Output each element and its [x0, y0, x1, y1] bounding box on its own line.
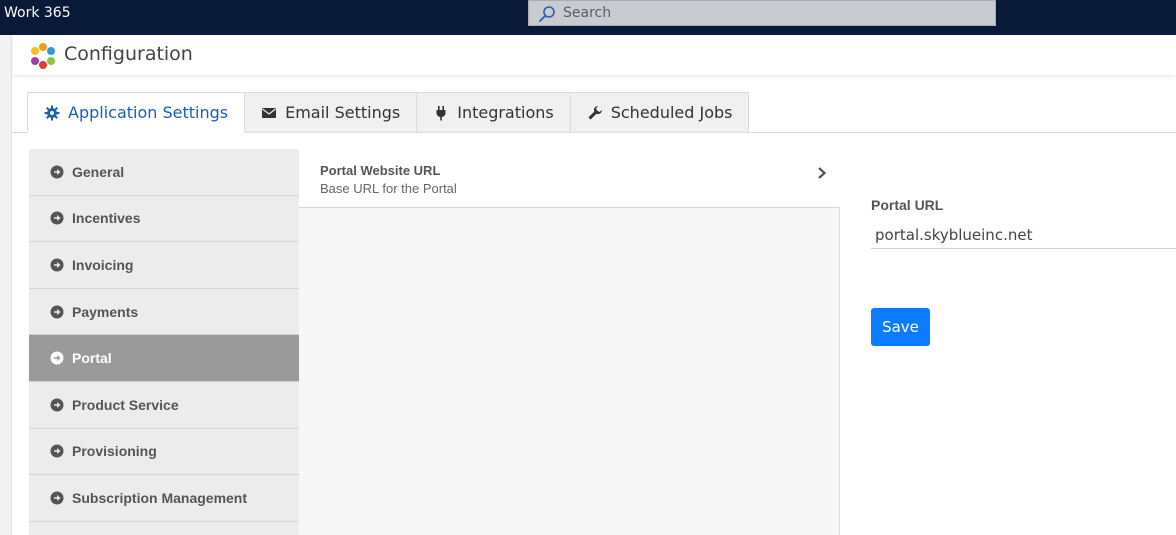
left-strip: [0, 35, 12, 535]
tab-scheduled-jobs[interactable]: Scheduled Jobs: [570, 92, 750, 133]
settings-sidebar: General Incentives Invoicing Payments Po…: [29, 149, 299, 535]
gear-icon: [44, 105, 60, 120]
wrench-icon: [588, 105, 602, 119]
portal-url-input[interactable]: [871, 222, 1176, 249]
tab-application-settings[interactable]: Application Settings: [27, 92, 246, 133]
arrow-circle-right-icon: [50, 398, 64, 412]
setting-subtitle: Base URL for the Portal: [320, 181, 457, 196]
page-title: Configuration: [64, 43, 193, 65]
top-bar: Work 365 Search: [0, 0, 1176, 35]
setting-item-portal-website-url[interactable]: Portal Website URL Base URL for the Port…: [299, 149, 840, 208]
portal-url-label: Portal URL: [871, 197, 944, 213]
sidebar-item-subscription-management[interactable]: Subscription Management: [29, 475, 299, 522]
arrow-circle-right-icon: [50, 165, 64, 179]
arrow-circle-right-icon: [50, 258, 64, 272]
save-button[interactable]: Save: [871, 308, 930, 346]
tab-label: Scheduled Jobs: [610, 103, 733, 122]
tab-email-settings[interactable]: Email Settings: [245, 92, 418, 133]
sidebar-item-label: General: [72, 163, 125, 180]
tab-label: Application Settings: [68, 103, 229, 122]
sidebar-item-label: Invoicing: [72, 256, 134, 273]
tab-label: Integrations: [457, 103, 554, 122]
search-input[interactable]: Search: [563, 5, 611, 21]
search-box[interactable]: Search: [528, 0, 996, 26]
sidebar-item-label: Payments: [72, 303, 139, 320]
arrow-circle-right-icon: [50, 211, 64, 225]
sidebar-item-invoicing[interactable]: Invoicing: [29, 242, 299, 289]
sidebar-item-label: Product Service: [72, 396, 179, 413]
arrow-circle-right-icon: [50, 351, 64, 365]
sidebar-item-general[interactable]: General: [29, 149, 299, 196]
sidebar-item-label: Provisioning: [72, 443, 157, 460]
arrow-circle-right-icon: [50, 444, 64, 458]
sidebar-item-product-service[interactable]: Product Service: [29, 382, 299, 429]
sidebar-item-incentives[interactable]: Incentives: [29, 196, 299, 243]
sidebar-item-payments[interactable]: Payments: [29, 289, 299, 336]
settings-tabs: Application Settings Email Settings Inte…: [27, 92, 750, 133]
sidebar-item-provisioning[interactable]: Provisioning: [29, 429, 299, 476]
app-title[interactable]: Work 365: [4, 5, 71, 21]
arrow-circle-right-icon: [50, 491, 64, 505]
tab-integrations[interactable]: Integrations: [417, 92, 571, 133]
setting-title: Portal Website URL: [320, 163, 441, 178]
settings-list: Portal Website URL Base URL for the Port…: [299, 149, 840, 535]
sidebar-item-label: Subscription Management: [72, 489, 248, 506]
tab-label: Email Settings: [285, 103, 401, 122]
envelope-icon: [262, 107, 277, 118]
search-icon: [539, 6, 555, 22]
plug-icon: [436, 105, 446, 120]
sidebar-item-label: Incentives: [72, 210, 141, 227]
arrow-circle-right-icon: [50, 305, 64, 319]
sidebar-item-label: Portal: [72, 350, 112, 367]
work365-logo: [31, 43, 55, 69]
sidebar-item-portal[interactable]: Portal: [29, 335, 299, 382]
chevron-right-icon: [818, 167, 827, 179]
page-header: Configuration: [13, 35, 1176, 75]
